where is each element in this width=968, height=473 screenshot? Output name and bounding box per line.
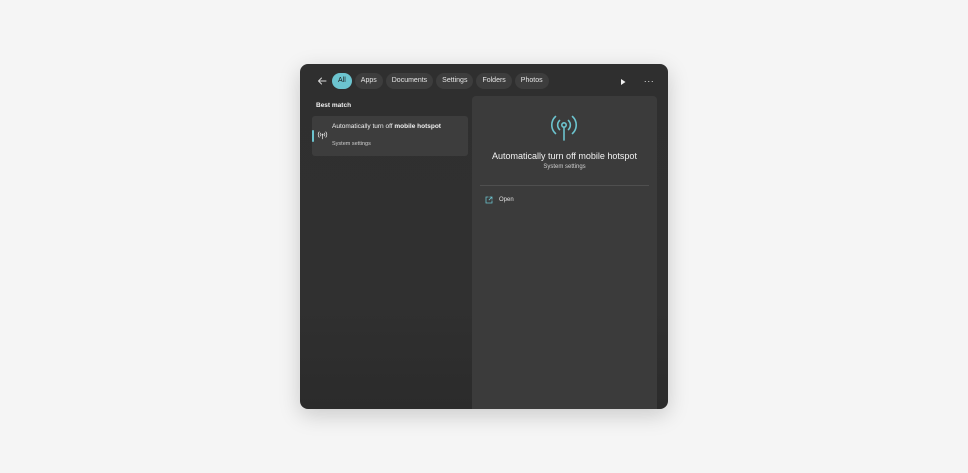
- filter-chip-settings[interactable]: Settings: [436, 73, 474, 89]
- more-options-button[interactable]: ···: [642, 73, 656, 89]
- open-label: Open: [499, 197, 514, 203]
- result-title: Automatically turn off mobile hotspot: [332, 122, 462, 131]
- back-arrow-icon: [318, 77, 327, 85]
- play-button[interactable]: [618, 75, 628, 87]
- back-button[interactable]: [314, 73, 330, 89]
- filter-chips: All Apps Documents Settings Folders Phot…: [332, 73, 549, 89]
- open-action[interactable]: Open: [485, 195, 514, 205]
- filter-chip-folders[interactable]: Folders: [476, 73, 512, 89]
- hotspot-icon: [317, 131, 328, 140]
- best-match-heading: Best match: [316, 102, 352, 109]
- preview-subtitle: System settings: [543, 164, 586, 170]
- preview-divider: [480, 185, 649, 186]
- result-title-highlight: mobile hotspot: [394, 123, 441, 130]
- best-match-result[interactable]: Automatically turn off mobile hotspot Sy…: [312, 116, 468, 156]
- search-panel: All Apps Documents Settings Folders Phot…: [300, 64, 668, 409]
- filter-chip-all[interactable]: All: [332, 73, 352, 89]
- play-icon: [621, 79, 626, 85]
- filter-chip-photos[interactable]: Photos: [514, 73, 549, 89]
- search-topbar: All Apps Documents Settings Folders Phot…: [300, 72, 668, 92]
- filter-chip-apps[interactable]: Apps: [354, 73, 383, 89]
- result-title-prefix: Automatically turn off: [332, 123, 395, 130]
- preview-pane: Automatically turn off mobile hotspot Sy…: [472, 96, 657, 409]
- hotspot-icon: [551, 115, 577, 141]
- result-subtitle: System settings: [332, 141, 371, 147]
- selection-indicator: [312, 130, 314, 142]
- open-external-icon: [485, 196, 493, 204]
- preview-title: Automatically turn off mobile hotspot: [492, 151, 637, 161]
- filter-chip-documents[interactable]: Documents: [385, 73, 434, 89]
